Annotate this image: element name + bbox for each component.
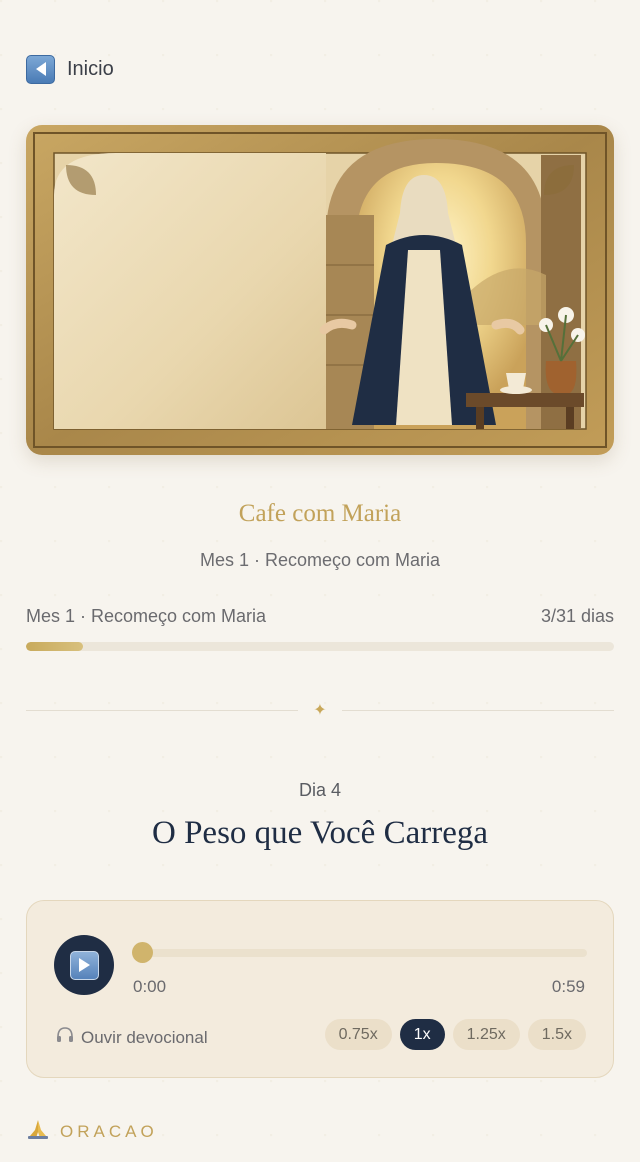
speed-selector: 0.75x 1x 1.25x 1.5x — [324, 1019, 586, 1050]
back-button[interactable]: Inicio — [26, 54, 114, 84]
speed-option-0_75x[interactable]: 0.75x — [324, 1019, 392, 1050]
time-current: 0:00 — [133, 977, 167, 996]
devotional-title: O Peso que Você Carrega — [151, 815, 489, 851]
progress-label: Mes 1 · Recomeço com Maria — [26, 606, 267, 626]
seek-bar[interactable] — [142, 949, 587, 957]
progress-count: 3/31 dias — [540, 606, 614, 626]
series-title: Cafe com Maria — [238, 500, 402, 527]
praying-hands-icon — [26, 1118, 50, 1145]
divider: ✦ — [26, 698, 614, 722]
play-button[interactable] — [54, 935, 114, 995]
listen-label-group: Ouvir devocional — [55, 1025, 208, 1050]
divider-line-right — [342, 709, 614, 711]
audio-player: 0:00 0:59 Ouvir devocional 0.75x 1x 1.25x 1… — [26, 900, 614, 1078]
progress-header: Mes 1 · Recomeço com Maria 3/31 dias — [26, 606, 614, 627]
day-label: Dia 4 — [298, 780, 342, 800]
progress-bar-fill — [26, 642, 84, 651]
play-icon — [69, 950, 99, 980]
section-label: ORACAO — [60, 1121, 158, 1141]
speed-option-1_25x[interactable]: 1.25x — [452, 1019, 520, 1050]
section-prayer: ORACAO — [26, 1118, 158, 1145]
speed-option-1_5x[interactable]: 1.5x — [527, 1019, 586, 1050]
divider-line-left — [26, 709, 298, 711]
series-subtitle: Mes 1 · Recomeço com Maria — [199, 550, 441, 570]
listen-label: Ouvir devocional — [81, 1027, 208, 1047]
progress-bar — [26, 642, 614, 651]
speed-option-1x[interactable]: 1x — [399, 1019, 445, 1050]
back-arrow-icon — [26, 54, 55, 84]
seek-thumb[interactable] — [132, 942, 153, 963]
hero-illustration — [26, 125, 614, 455]
sparkle-icon: ✦ — [313, 702, 327, 719]
time-total: 0:59 — [551, 977, 585, 996]
headphones-icon — [55, 1025, 75, 1050]
back-label: Inicio — [67, 57, 114, 80]
